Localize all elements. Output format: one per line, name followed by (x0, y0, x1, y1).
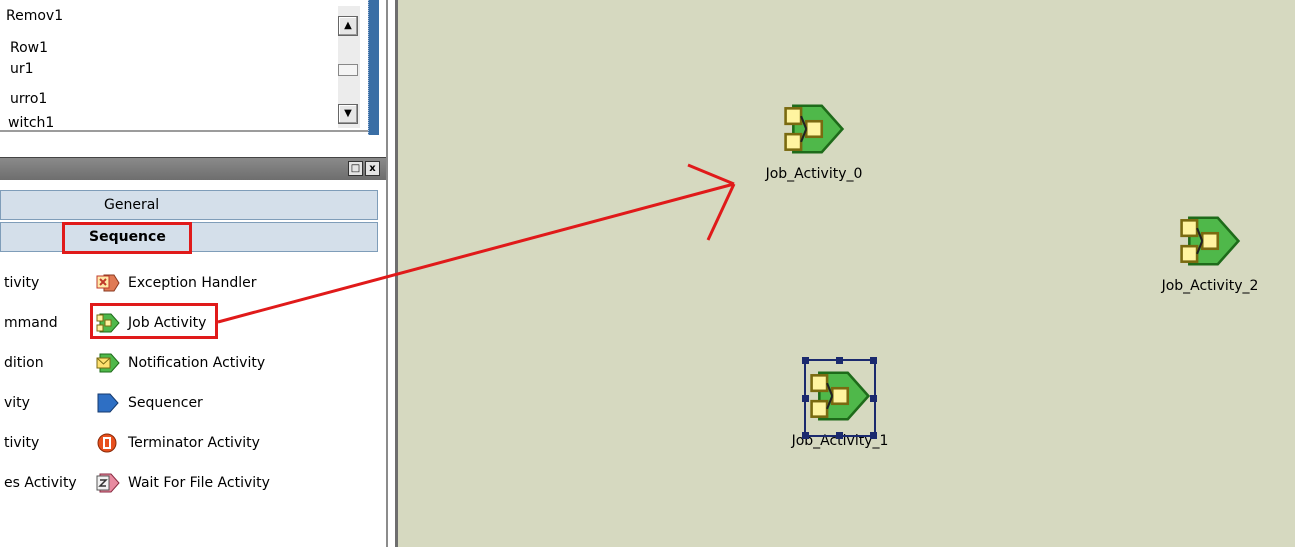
terminator-activity-icon (97, 433, 117, 453)
palette-item-truncated[interactable]: es Activity (4, 470, 77, 496)
repository-tree-list[interactable]: Remov1 Row1 ur1 urro1 witch1 ▲ ▼ (0, 0, 368, 132)
tree-item[interactable]: Remov1 (6, 6, 63, 26)
tree-scrollbar[interactable]: ▲ ▼ (338, 6, 360, 128)
palette-item-truncated[interactable]: tivity (4, 430, 39, 456)
stage-label: Job_Activity_2 (1161, 278, 1259, 294)
scroll-down-button[interactable]: ▼ (338, 104, 358, 124)
palette-group-label: General (104, 197, 160, 213)
sequence-highlight-box (62, 222, 192, 254)
tree-item[interactable]: ur1 (10, 59, 34, 79)
resize-handle[interactable] (870, 432, 877, 439)
panel-splitter[interactable] (386, 0, 398, 547)
selection-box (802, 357, 877, 439)
resize-handle[interactable] (870, 357, 877, 364)
palette-group-general[interactable]: General (0, 190, 378, 220)
design-canvas[interactable]: Job_Activity_0 Job_Activity_1 Job_Activi… (398, 0, 1295, 547)
scroll-up-button[interactable]: ▲ (338, 16, 358, 36)
stage-job-activity-0[interactable]: Job_Activity_0 (759, 98, 869, 182)
palette-title-bar: □ x (0, 157, 386, 180)
sequencer-label[interactable]: Sequencer (128, 390, 203, 416)
resize-handle[interactable] (836, 357, 843, 364)
close-button[interactable]: x (365, 161, 380, 176)
notification-activity-icon (96, 353, 120, 373)
maximize-button[interactable]: □ (348, 161, 363, 176)
palette-item-truncated[interactable]: dition (4, 350, 44, 376)
notification-activity-label[interactable]: Notification Activity (128, 350, 265, 376)
wait-for-file-label[interactable]: Wait For File Activity (128, 470, 270, 496)
resize-handle[interactable] (802, 432, 809, 439)
stage-job-activity-2[interactable]: Job_Activity_2 (1155, 210, 1265, 294)
resize-handle[interactable] (802, 395, 809, 402)
palette-item-truncated[interactable]: mmand (4, 310, 58, 336)
resize-handle[interactable] (836, 432, 843, 439)
resize-handle[interactable] (802, 357, 809, 364)
palette-item-truncated[interactable]: vity (4, 390, 30, 416)
job-activity-icon (1180, 216, 1241, 266)
tree-item[interactable]: urro1 (10, 89, 47, 109)
splitter-handle[interactable] (368, 0, 379, 135)
terminator-activity-label[interactable]: Terminator Activity (128, 430, 260, 456)
job-activity-highlight-box (90, 303, 218, 339)
wait-for-file-icon (96, 473, 120, 493)
tree-item[interactable]: witch1 (8, 113, 54, 130)
exception-handler-label[interactable]: Exception Handler (128, 270, 256, 296)
tree-item[interactable]: Row1 (10, 38, 48, 58)
scroll-thumb[interactable] (338, 64, 358, 76)
job-activity-icon (784, 104, 845, 154)
stage-label: Job_Activity_0 (765, 166, 863, 182)
exception-handler-icon (96, 274, 120, 292)
sequencer-icon (97, 393, 119, 413)
resize-handle[interactable] (870, 395, 877, 402)
left-panel: Remov1 Row1 ur1 urro1 witch1 ▲ ▼ □ x Gen… (0, 0, 386, 547)
palette-item-truncated[interactable]: tivity (4, 270, 39, 296)
